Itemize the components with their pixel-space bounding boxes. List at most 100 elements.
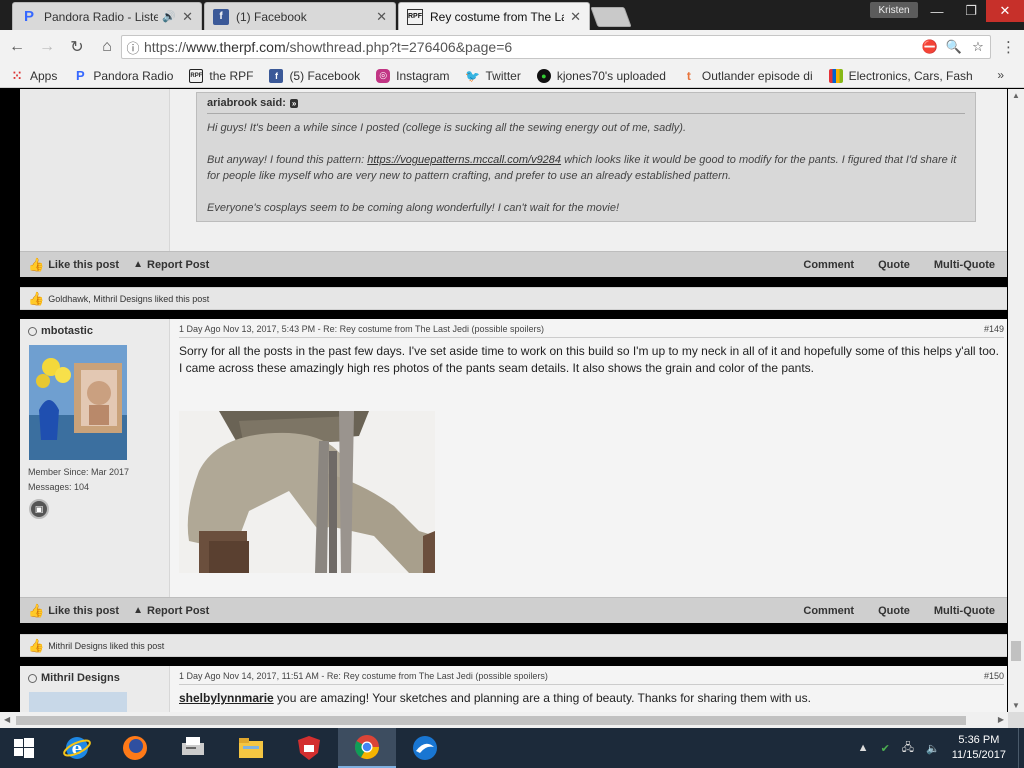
scroll-left-arrow-icon[interactable]: ◀ — [4, 715, 10, 724]
volume-icon[interactable]: 🔈 — [926, 742, 940, 755]
thumbs-up-icon: 👍 — [28, 637, 45, 653]
reload-icon[interactable]: ↻ — [64, 34, 90, 60]
forward-arrow-icon[interactable]: → — [34, 34, 60, 60]
vertical-scrollbar[interactable]: ▲ ▼ — [1008, 89, 1024, 712]
bookmark-instagram[interactable]: ◎ Instagram — [376, 68, 450, 83]
network-icon[interactable]: 🖧 — [902, 739, 914, 758]
security-shield-icon[interactable] — [280, 728, 338, 768]
post-username[interactable]: Mithril Designs — [28, 672, 120, 684]
comment-button[interactable]: Comment — [803, 605, 854, 617]
avatar[interactable] — [29, 345, 127, 460]
new-tab-button[interactable] — [590, 7, 632, 27]
like-label: Like this post — [48, 604, 120, 617]
window-close-icon[interactable]: ✕ — [986, 0, 1024, 22]
close-icon[interactable]: ✕ — [376, 9, 387, 25]
clock[interactable]: 5:36 PM 11/15/2017 — [952, 733, 1006, 763]
post-number[interactable]: #149 — [984, 324, 1004, 334]
tab-facebook[interactable]: f (1) Facebook ✕ — [204, 2, 396, 30]
tab-rpf-active[interactable]: RPF Rey costume from The La ✕ — [398, 2, 590, 30]
back-arrow-icon[interactable]: ← — [4, 34, 30, 60]
minimize-icon[interactable]: — — [920, 0, 954, 22]
bookmark-label: Apps — [30, 68, 58, 83]
internet-explorer-icon[interactable]: e — [48, 728, 106, 768]
quote-button[interactable]: Quote — [878, 259, 910, 271]
address-bar[interactable]: ⓘ https://www.therpf.com/showthread.php?… — [121, 35, 991, 59]
warning-icon: ▲ — [133, 259, 143, 270]
fax-scan-icon[interactable] — [164, 728, 222, 768]
avatar[interactable] — [29, 692, 127, 712]
user-mention[interactable]: shelbylynnmarie — [179, 691, 274, 705]
bookmark-rpf[interactable]: RPF the RPF — [189, 68, 253, 83]
liked-by-text: Mithril Designs liked this post — [48, 640, 165, 651]
more-bookmarks-button[interactable]: » — [997, 68, 1004, 82]
tab-title: Rey costume from The La — [430, 9, 565, 24]
rpf-icon: RPF — [407, 8, 423, 25]
user-profile-icon[interactable]: ▣ — [29, 499, 49, 519]
bookmark-apps[interactable]: ⁙ Apps — [10, 69, 57, 83]
windows-start-icon[interactable] — [0, 728, 48, 768]
bookmark-outlander[interactable]: t Outlander episode di — [682, 69, 813, 83]
file-explorer-icon[interactable] — [222, 728, 280, 768]
quote-block: ariabrook said: » Hi guys! It's been a w… — [196, 92, 976, 222]
scrollbar-corner — [1008, 712, 1024, 728]
multi-quote-button[interactable]: Multi-Quote — [934, 259, 995, 271]
close-icon[interactable]: ✕ — [570, 9, 581, 25]
scrollbar-thumb[interactable] — [16, 716, 966, 725]
close-icon[interactable]: ✕ — [182, 9, 193, 25]
liked-by-text: Goldhawk, Mithril Designs liked this pos… — [48, 293, 210, 304]
info-icon[interactable]: ⓘ — [122, 38, 144, 57]
report-post-button[interactable]: ▲ Report Post — [133, 259, 209, 271]
clock-date: 11/15/2017 — [951, 749, 1006, 761]
scrollbar-thumb[interactable] — [1011, 641, 1021, 661]
quote-paragraph: But anyway! I found this pattern: https:… — [207, 154, 957, 182]
openoffice-icon[interactable] — [396, 728, 454, 768]
url-text[interactable]: https://www.therpf.com/showthread.php?t=… — [144, 39, 918, 55]
bookmark-kjones[interactable]: ● kjones70's uploaded — [536, 68, 666, 83]
bookmark-pandora[interactable]: P Pandora Radio — [73, 68, 174, 83]
post-number[interactable]: #150 — [984, 671, 1004, 681]
comment-button[interactable]: Comment — [803, 259, 854, 271]
bookmark-label: Pandora Radio — [93, 68, 174, 83]
quote-paragraph: Hi guys! It's been a while since I poste… — [207, 122, 687, 134]
pants-photo[interactable] — [179, 411, 435, 573]
bookmark-label: Outlander episode di — [701, 68, 813, 83]
tab-title: Pandora Radio - Listen — [44, 9, 159, 24]
bookmark-label: Instagram — [396, 68, 450, 83]
chrome-icon[interactable] — [338, 728, 396, 768]
tab-pandora[interactable]: P Pandora Radio - Listen 🔊 ✕ — [12, 2, 202, 30]
chrome-menu-icon[interactable]: ⋮ — [1001, 38, 1016, 56]
speaker-icon[interactable]: 🔊 — [162, 10, 176, 23]
zoom-icon[interactable]: 🔍 — [942, 39, 966, 55]
show-hidden-icons-icon[interactable]: ▲ — [858, 742, 869, 754]
bookmark-ebay[interactable]: Electronics, Cars, Fash — [828, 68, 973, 83]
like-post-button[interactable]: 👍 Like this post — [28, 603, 119, 619]
bookmark-facebook[interactable]: f (5) Facebook — [269, 68, 360, 83]
blocked-popup-icon[interactable]: ⛔ — [918, 39, 942, 55]
user-column: Mithril Designs — [20, 666, 170, 712]
show-desktop-button[interactable] — [1018, 728, 1024, 768]
browser-toolbar: ← → ↻ ⌂ ⓘ https://www.therpf.com/showthr… — [0, 30, 1024, 64]
security-status-icon[interactable]: ✔ — [881, 742, 890, 755]
scroll-right-arrow-icon[interactable]: ▶ — [998, 715, 1004, 724]
bookmark-label: Electronics, Cars, Fash — [848, 68, 973, 83]
multi-quote-button[interactable]: Multi-Quote — [934, 605, 995, 617]
thumbs-up-icon: 👍 — [28, 256, 45, 272]
maximize-icon[interactable]: ❐ — [954, 0, 988, 22]
bookmark-twitter[interactable]: 🐦 Twitter — [465, 69, 521, 83]
report-post-button[interactable]: ▲ Report Post — [133, 605, 209, 617]
home-icon[interactable]: ⌂ — [94, 34, 120, 60]
scroll-down-arrow-icon[interactable]: ▼ — [1012, 701, 1020, 710]
pattern-link[interactable]: https://voguepatterns.mccall.com/v9284 — [367, 154, 561, 166]
post-username[interactable]: mbotastic — [28, 325, 93, 337]
scroll-up-arrow-icon[interactable]: ▲ — [1012, 91, 1020, 100]
quote-button[interactable]: Quote — [878, 605, 910, 617]
like-post-button[interactable]: 👍 Like this post — [28, 257, 119, 273]
horizontal-scrollbar[interactable]: ◀ ▶ — [0, 712, 1008, 728]
thumbs-up-icon: 👍 — [28, 602, 45, 618]
bookmark-star-icon[interactable]: ☆ — [966, 39, 990, 55]
profile-button[interactable]: Kristen — [870, 2, 918, 18]
view-quote-icon[interactable]: » — [289, 98, 299, 108]
offline-status-icon — [28, 326, 37, 336]
firefox-icon[interactable] — [106, 728, 164, 768]
warning-icon: ▲ — [133, 605, 143, 616]
